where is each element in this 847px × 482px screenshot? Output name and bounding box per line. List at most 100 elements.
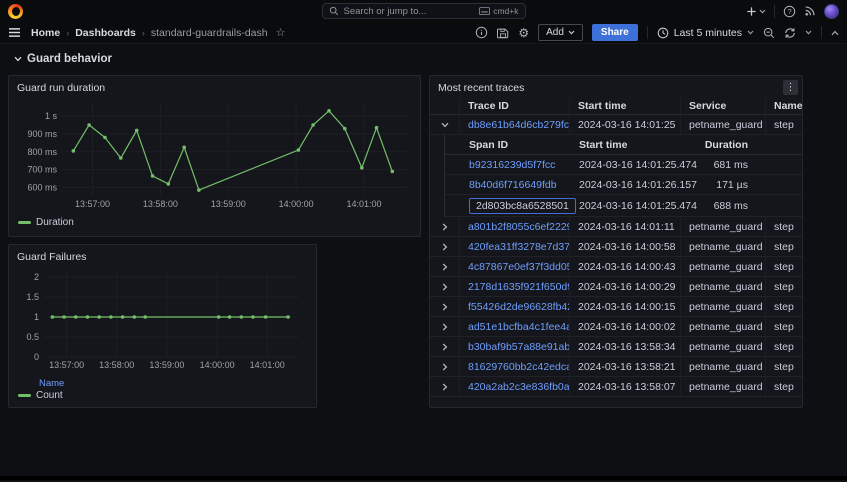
dashboard-toolbar: Home › Dashboards › standard-guardrails-…: [0, 22, 847, 44]
trace-id-link[interactable]: b30baf9b57a88e91ab5...: [468, 341, 570, 353]
search-input[interactable]: Search or jump to... cmd+k: [322, 3, 526, 19]
collapse-toolbar-button[interactable]: [831, 30, 839, 36]
chevron-down-icon: [759, 9, 766, 14]
trace-id-link[interactable]: 420fea31ff3278e7d37f...: [468, 241, 570, 253]
trace-id-link[interactable]: f55426d2de96628fb42...: [468, 301, 570, 313]
trace-service: petname_guard: [681, 217, 766, 236]
panel-title[interactable]: Most recent traces: [430, 76, 802, 96]
table-row: 4c87867e0ef37f3dd05... 2024-03-16 14:00:…: [430, 257, 802, 277]
save-button[interactable]: [497, 27, 509, 39]
col-trace-id[interactable]: Trace ID: [460, 98, 570, 114]
legend-swatch: [18, 221, 31, 224]
panel-title[interactable]: Guard run duration: [9, 76, 420, 96]
settings-button[interactable]: ⚙: [518, 26, 529, 40]
svg-text:13:57:00: 13:57:00: [49, 360, 84, 370]
col-start-time[interactable]: Start time: [570, 98, 681, 114]
chevron-right-icon: [442, 243, 448, 251]
panel-menu-button[interactable]: ⋮: [783, 80, 798, 95]
svg-text:1.5: 1.5: [26, 292, 39, 302]
svg-text:13:59:00: 13:59:00: [149, 360, 184, 370]
chevron-down-icon: [14, 56, 22, 62]
svg-text:0.5: 0.5: [26, 332, 39, 342]
trace-start-time: 2024-03-16 14:00:58: [570, 237, 681, 256]
dashboard-canvas: Guard behavior Guard run duration 13:57:…: [0, 44, 847, 480]
clock-icon: [657, 27, 669, 39]
expand-row-button[interactable]: [430, 317, 460, 336]
span-start-time: 2024-03-16 14:01:26.157: [571, 179, 682, 191]
chevron-down-icon: [747, 30, 754, 35]
breadcrumb-dashboards[interactable]: Dashboards: [75, 27, 136, 39]
chevron-right-icon: [442, 283, 448, 291]
svg-text:600 ms: 600 ms: [27, 182, 57, 192]
favorite-star-button[interactable]: ☆: [276, 26, 286, 39]
row-guard-behavior[interactable]: Guard behavior: [14, 53, 112, 65]
chevron-down-icon: [441, 122, 449, 128]
col-name[interactable]: Name: [766, 98, 802, 114]
span-row: b92316239d5f7fcc 2024-03-16 14:01:25.474…: [445, 155, 802, 175]
divider: [647, 26, 648, 39]
col-service[interactable]: Service: [681, 98, 766, 114]
legend-swatch: [18, 394, 31, 397]
chevron-right-icon: [442, 223, 448, 231]
time-range-picker[interactable]: Last 5 minutes: [657, 27, 754, 39]
trace-id-link[interactable]: 81629760bb2c42edcae...: [468, 361, 570, 373]
trace-id-link[interactable]: a801b2f8055c6ef2229...: [468, 221, 570, 233]
span-start-time: 2024-03-16 14:01:25.474: [571, 200, 682, 212]
news-rss-icon: [804, 5, 816, 17]
field-name-link[interactable]: Name: [39, 378, 316, 389]
trace-start-time: 2024-03-16 13:58:21: [570, 357, 681, 376]
collapse-row-button[interactable]: [430, 115, 460, 134]
zoom-out-button[interactable]: [763, 27, 775, 39]
table-row: b30baf9b57a88e91ab5... 2024-03-16 13:58:…: [430, 337, 802, 357]
trace-start-time: 2024-03-16 14:00:43: [570, 257, 681, 276]
trace-id-link[interactable]: ad51e1bcfba4c1fee4af3...: [468, 321, 570, 333]
share-button[interactable]: Share: [592, 24, 638, 41]
trace-name: step: [766, 217, 802, 236]
insights-button[interactable]: [475, 26, 488, 39]
expand-row-button[interactable]: [430, 377, 460, 396]
user-avatar[interactable]: [824, 4, 839, 19]
expand-row-button[interactable]: [430, 297, 460, 316]
svg-text:14:01:00: 14:01:00: [250, 360, 285, 370]
svg-text:1: 1: [34, 312, 39, 322]
breadcrumb-home[interactable]: Home: [31, 27, 60, 39]
refresh-interval-button[interactable]: [805, 30, 812, 35]
trace-id-link[interactable]: 4c87867e0ef37f3dd05...: [468, 261, 570, 273]
expand-row-button[interactable]: [430, 237, 460, 256]
svg-text:14:01:00: 14:01:00: [346, 199, 381, 209]
add-button[interactable]: Add: [538, 24, 583, 41]
table-row-expanded: db8e61b64d6cb279fc1... 2024-03-16 14:01:…: [430, 115, 802, 135]
help-button[interactable]: ?: [783, 5, 796, 18]
panel-guard-failures: Guard Failures 13:57:0013:58:0013:59:001…: [8, 244, 317, 408]
chevron-right-icon: [442, 263, 448, 271]
span-id-link[interactable]: 8b40d6f716649fdb: [469, 179, 557, 191]
expand-row-button[interactable]: [430, 257, 460, 276]
expand-row-button[interactable]: [430, 337, 460, 356]
news-button[interactable]: [804, 5, 816, 17]
trace-id-link[interactable]: db8e61b64d6cb279fc1...: [468, 119, 570, 131]
chevron-down-icon: [568, 30, 575, 35]
legend-item-count[interactable]: Count: [9, 390, 316, 401]
expand-row-button[interactable]: [430, 357, 460, 376]
breadcrumb-current: standard-guardrails-dash: [151, 27, 268, 39]
legend-item-duration[interactable]: Duration: [9, 217, 420, 228]
new-button[interactable]: [746, 6, 766, 17]
trace-id-link[interactable]: 2178d1635f921f650d94...: [468, 281, 570, 293]
mega-menu-button[interactable]: [8, 27, 21, 38]
span-id-link-focused[interactable]: 2d803bc8a6528501: [469, 198, 576, 214]
top-nav-bar: Search or jump to... cmd+k ?: [0, 0, 847, 22]
trace-name: step: [766, 337, 802, 356]
grafana-logo-icon[interactable]: [8, 4, 23, 19]
span-id-link[interactable]: b92316239d5f7fcc: [469, 159, 555, 171]
expand-row-button[interactable]: [430, 277, 460, 296]
failures-chart[interactable]: 13:57:0013:58:0013:59:0014:00:0014:01:00…: [16, 265, 311, 373]
panel-title[interactable]: Guard Failures: [9, 245, 316, 265]
trace-id-link[interactable]: 420a2ab2c3e836fb0aa...: [468, 381, 570, 393]
span-duration: 681 ms: [682, 159, 756, 171]
refresh-button[interactable]: [784, 27, 796, 39]
duration-chart[interactable]: 13:57:0013:58:0013:59:0014:00:0014:01:00…: [16, 96, 415, 212]
chevron-right-icon: [442, 323, 448, 331]
table-row: 2178d1635f921f650d94... 2024-03-16 14:00…: [430, 277, 802, 297]
expand-row-button[interactable]: [430, 217, 460, 236]
span-duration: 688 ms: [682, 200, 756, 212]
